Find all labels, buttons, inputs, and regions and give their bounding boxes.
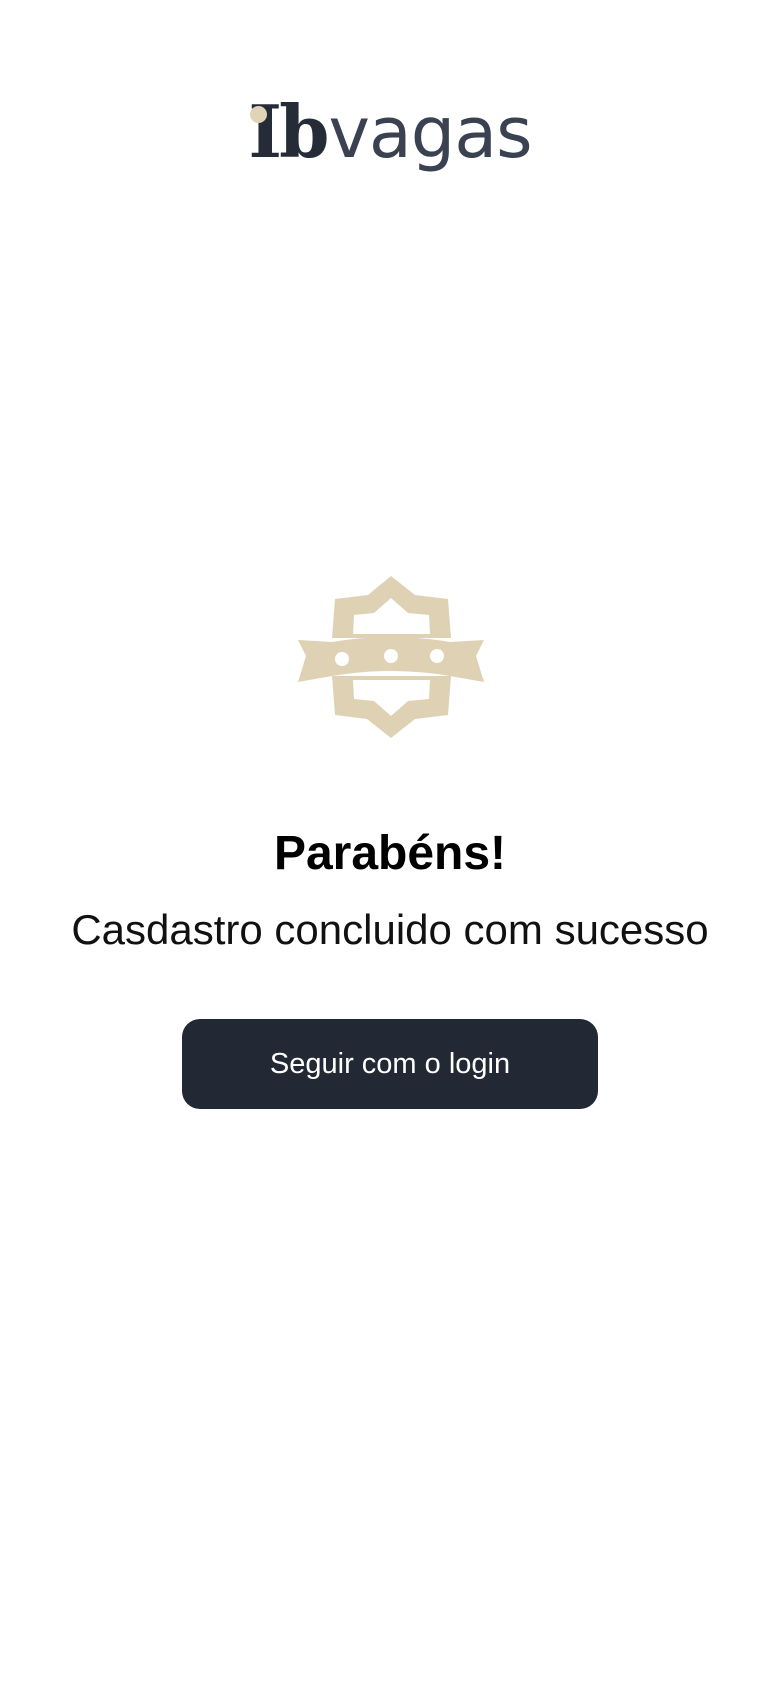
badge-dot-center (384, 649, 398, 663)
logo-mark: Ib (248, 96, 329, 168)
badge-dot-left (335, 652, 349, 666)
badge-lower-frame (332, 676, 451, 738)
logo-mark-text: Ib (248, 89, 329, 174)
app-logo: Ib vagas (0, 92, 780, 174)
logo-wordmark: vagas (328, 92, 532, 174)
success-subtitle: Casdastro concluido com sucesso (71, 906, 709, 953)
continue-login-button[interactable]: Seguir com o login (182, 1019, 598, 1109)
ticket-badge-icon (298, 576, 484, 738)
badge-dot-right (430, 649, 444, 663)
success-title: Parabéns! (273, 827, 507, 880)
badge-upper-frame (332, 576, 451, 638)
